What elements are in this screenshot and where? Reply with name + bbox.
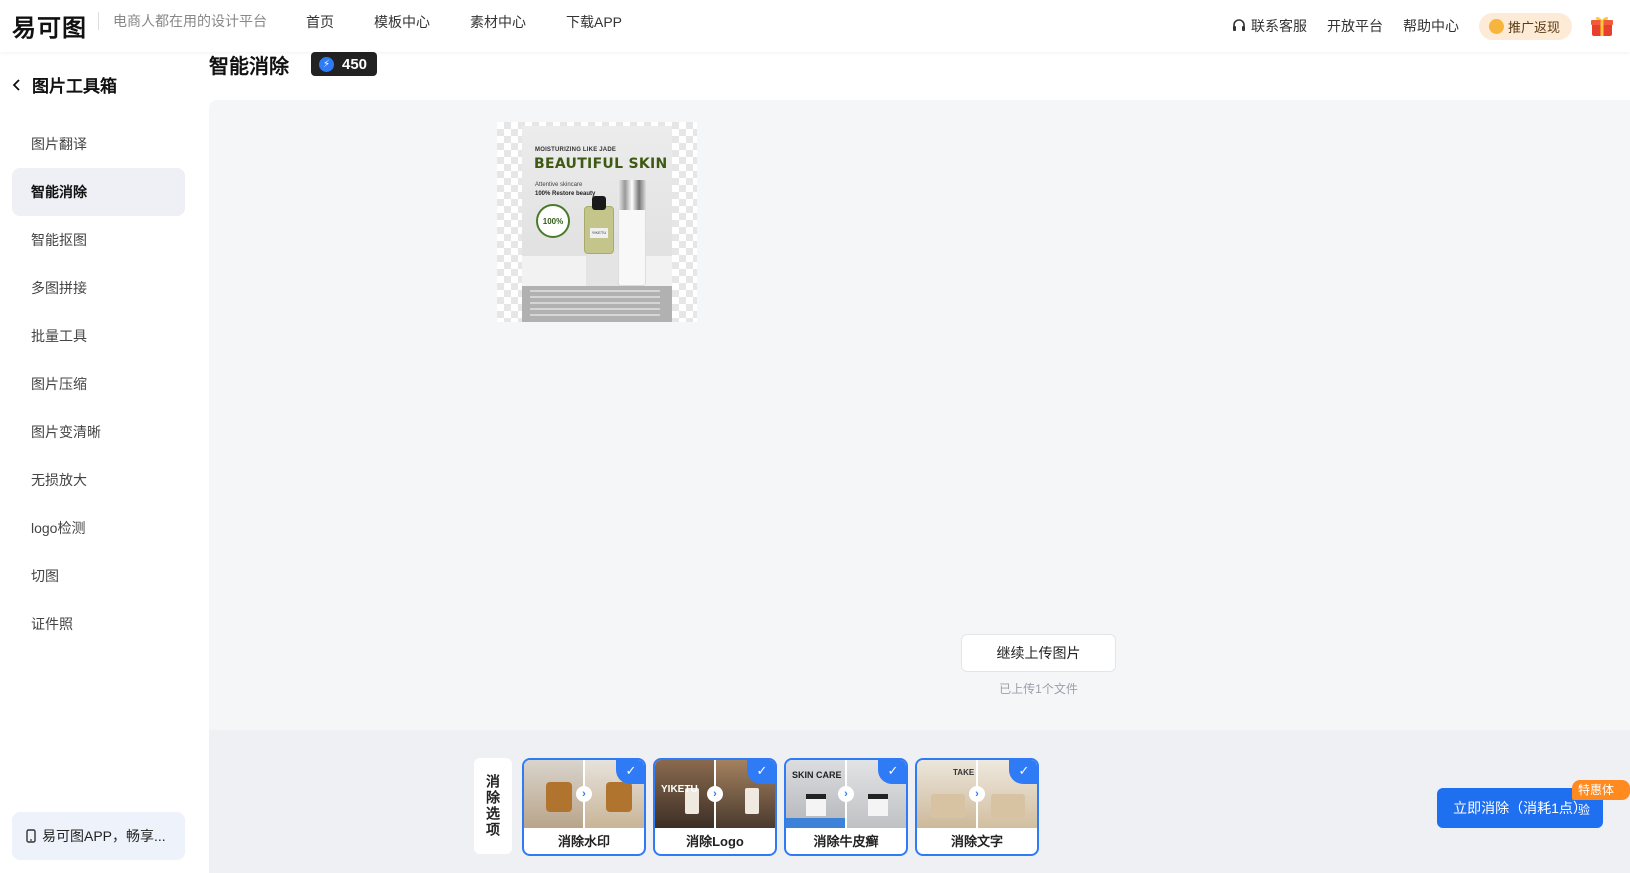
contact-support-link[interactable]: 联系客服 bbox=[1231, 16, 1307, 36]
chevron-right-icon: › bbox=[838, 786, 854, 802]
option-caption: 消除Logo bbox=[686, 834, 744, 849]
option-card-ads[interactable]: SKIN CARE › ✓ 消除牛皮癣 bbox=[784, 758, 908, 856]
product-poster-image: MOISTURIZING LIKE JADE BEAUTIFUL SKIN At… bbox=[522, 126, 672, 322]
sidebar: 图片工具箱 图片翻译 智能消除 智能抠图 多图拼接 批量工具 图片压缩 图片变清… bbox=[0, 52, 196, 873]
nav-templates[interactable]: 模板中心 bbox=[374, 12, 430, 32]
app-banner-label: 易可图APP，畅享... bbox=[42, 828, 166, 844]
poster-seal: 100% bbox=[536, 204, 570, 238]
chevron-right-icon: › bbox=[707, 786, 723, 802]
lightning-icon: ⚡ bbox=[319, 56, 334, 72]
toolbox-back-link[interactable]: 图片工具箱 bbox=[12, 72, 117, 97]
points-value: 450 bbox=[342, 55, 368, 73]
chevron-right-icon: › bbox=[969, 786, 985, 802]
sidebar-item-smart-cutout[interactable]: 智能抠图 bbox=[12, 216, 185, 264]
continue-upload-button[interactable]: 继续上传图片 bbox=[961, 634, 1116, 672]
option-caption: 消除文字 bbox=[950, 834, 1003, 849]
erase-options-bar: 消除选项 › ✓ 消除水印 YIKETU › ✓ 消除Logo SKIN CAR… bbox=[209, 730, 1630, 873]
site-logo[interactable]: 易可图 bbox=[12, 8, 87, 43]
erase-options-label: 消除选项 bbox=[474, 758, 512, 854]
toolbox-title: 图片工具箱 bbox=[32, 77, 117, 96]
poster-line-2: 100% Restore beauty bbox=[535, 191, 596, 197]
tool-menu: 图片翻译 智能消除 智能抠图 多图拼接 批量工具 图片压缩 图片变清晰 无损放大… bbox=[12, 120, 185, 648]
nav-download-app[interactable]: 下载APP bbox=[566, 12, 622, 32]
poster-line-1: Attentive skincare bbox=[535, 182, 583, 188]
chevron-right-icon: › bbox=[576, 786, 592, 802]
logo-overlay-text: YIKETU bbox=[661, 784, 698, 795]
page-title: 智能消除 bbox=[209, 56, 289, 78]
check-icon: ✓ bbox=[616, 760, 644, 784]
header-right: 联系客服 开放平台 帮助中心 推广返现 bbox=[1231, 0, 1630, 52]
sidebar-item-logo-detect[interactable]: logo检测 bbox=[12, 504, 185, 552]
lotion-cap bbox=[618, 180, 646, 210]
option-caption: 消除牛皮癣 bbox=[813, 834, 879, 849]
points-badge: ⚡ 450 bbox=[311, 52, 378, 76]
sidebar-item-smart-erase[interactable]: 智能消除 bbox=[12, 168, 185, 216]
sidebar-item-sharpen[interactable]: 图片变清晰 bbox=[12, 408, 185, 456]
work-canvas: MOISTURIZING LIKE JADE BEAUTIFUL SKIN At… bbox=[209, 100, 1630, 730]
text-overlay-text: TAKE bbox=[953, 768, 975, 777]
headset-icon bbox=[1232, 19, 1245, 31]
check-icon: ✓ bbox=[747, 760, 775, 784]
main-nav: 首页 模板中心 素材中心 下载APP bbox=[306, 12, 622, 32]
sidebar-item-slice[interactable]: 切图 bbox=[12, 552, 185, 600]
upload-count-note: 已上传1个文件 bbox=[999, 682, 1078, 696]
chevron-left-icon bbox=[12, 78, 20, 91]
sidebar-item-image-translate[interactable]: 图片翻译 bbox=[12, 120, 185, 168]
check-icon: ✓ bbox=[1009, 760, 1037, 784]
sidebar-item-compress[interactable]: 图片压缩 bbox=[12, 360, 185, 408]
option-card-logo[interactable]: YIKETU › ✓ 消除Logo bbox=[653, 758, 777, 856]
app-download-banner[interactable]: 易可图APP，畅享... bbox=[12, 812, 185, 860]
site-slogan: 电商人都在用的设计平台 bbox=[98, 12, 267, 30]
poster-small-text: MOISTURIZING LIKE JADE bbox=[535, 147, 617, 153]
gift-icon[interactable] bbox=[1590, 15, 1614, 37]
ads-overlay-text: SKIN CARE bbox=[792, 770, 842, 780]
serum-label: YIKETU bbox=[590, 228, 608, 238]
option-card-watermark[interactable]: › ✓ 消除水印 bbox=[522, 758, 646, 856]
nav-materials[interactable]: 素材中心 bbox=[470, 12, 526, 32]
promo-label: 推广返现 bbox=[1507, 19, 1560, 35]
sidebar-item-id-photo[interactable]: 证件照 bbox=[12, 600, 185, 648]
coin-icon bbox=[1488, 18, 1504, 34]
nav-home[interactable]: 首页 bbox=[306, 12, 334, 32]
check-icon: ✓ bbox=[878, 760, 906, 784]
sidebar-item-upscale[interactable]: 无损放大 bbox=[12, 456, 185, 504]
poster-footer-text-block bbox=[522, 286, 672, 322]
promo-cashback-button[interactable]: 推广返现 bbox=[1478, 12, 1572, 40]
special-offer-tag: 特惠体验 bbox=[1572, 780, 1630, 817]
open-platform-link[interactable]: 开放平台 bbox=[1327, 16, 1383, 36]
poster-title: BEAUTIFUL SKIN bbox=[534, 156, 668, 172]
sidebar-item-batch-tools[interactable]: 批量工具 bbox=[12, 312, 185, 360]
contact-support-label: 联系客服 bbox=[1250, 18, 1307, 34]
help-center-link[interactable]: 帮助中心 bbox=[1403, 16, 1459, 36]
sidebar-item-collage[interactable]: 多图拼接 bbox=[12, 264, 185, 312]
serum-cap bbox=[592, 196, 606, 210]
option-card-text[interactable]: TAKE › ✓ 消除文字 bbox=[915, 758, 1039, 856]
uploaded-image-thumbnail[interactable]: MOISTURIZING LIKE JADE BEAUTIFUL SKIN At… bbox=[497, 122, 697, 322]
top-header: 易可图 电商人都在用的设计平台 首页 模板中心 素材中心 下载APP 联系客服 … bbox=[0, 0, 1630, 52]
option-caption: 消除水印 bbox=[557, 834, 610, 849]
phone-icon bbox=[26, 829, 36, 843]
